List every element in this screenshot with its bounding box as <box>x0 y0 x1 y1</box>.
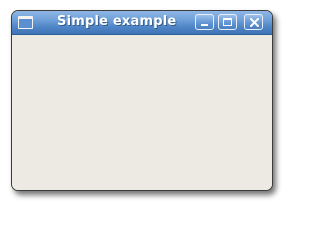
window-title: Simple example <box>57 14 177 29</box>
close-icon <box>250 18 259 27</box>
maximize-button[interactable] <box>218 14 237 30</box>
title-bar[interactable]: Simple example <box>12 11 272 35</box>
window-content-area <box>12 35 272 190</box>
close-button[interactable] <box>244 14 263 30</box>
app-window: Simple example <box>11 10 273 191</box>
window-icon[interactable] <box>18 16 33 29</box>
minimize-icon <box>201 24 208 26</box>
maximize-icon <box>223 18 232 26</box>
minimize-button[interactable] <box>195 14 214 30</box>
